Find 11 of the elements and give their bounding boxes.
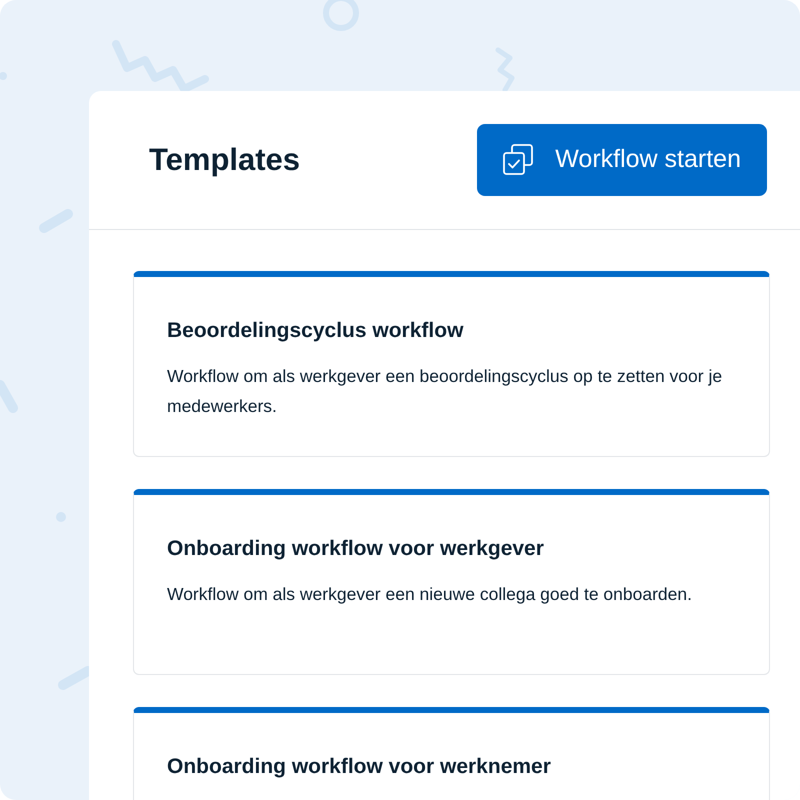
- template-card[interactable]: Onboarding workflow voor werknemer: [133, 707, 770, 800]
- template-description: Workflow om als werkgever een beoordelingscyclus op te zetten voor je medewerkers.: [167, 364, 724, 418]
- template-title: Onboarding workflow voor werknemer: [167, 754, 552, 780]
- template-card[interactable]: Onboarding workflow voor werkgever Workflow om als werkgever een nieuwe collega goed te onboarden.: [133, 489, 770, 675]
- template-description: Workflow om als werkgever een nieuwe collega goed te onboarden.: [167, 582, 693, 606]
- template-title: Beoordelingscyclus workflow: [167, 318, 464, 344]
- template-title: Onboarding workflow voor werkgever: [167, 536, 545, 562]
- start-workflow-button[interactable]: Workflow starten: [477, 124, 767, 196]
- template-card[interactable]: Beoordelingscyclus workflow Workflow om als werkgever een beoordelingscyclus op te zetten voor je medewerkers.: [133, 271, 770, 457]
- checked-copy-icon: [501, 143, 536, 177]
- page-title: Templates: [149, 140, 300, 179]
